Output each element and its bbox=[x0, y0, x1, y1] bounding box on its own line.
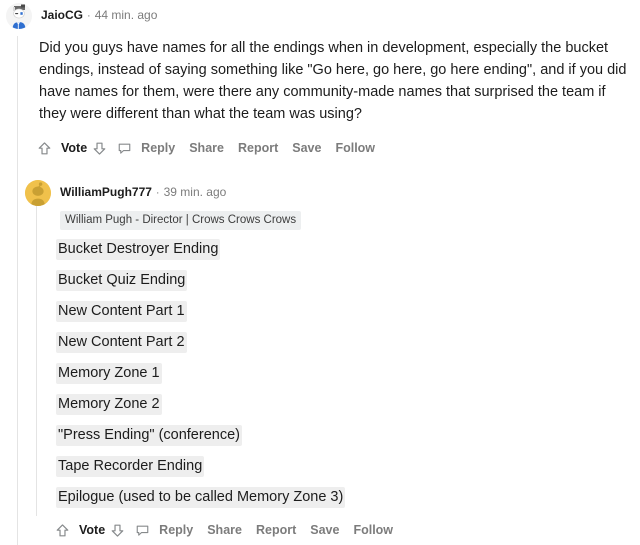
upvote-arrow-icon[interactable] bbox=[37, 141, 52, 156]
comment-byline: JaioCG · 44 min. ago bbox=[41, 8, 157, 24]
vote-label[interactable]: Vote bbox=[61, 141, 87, 155]
comment-author[interactable]: JaioCG bbox=[41, 8, 83, 23]
ending-name-code: Memory Zone 1 bbox=[56, 363, 162, 384]
ending-name-row: New Content Part 1 bbox=[56, 301, 632, 322]
ending-name-code: Memory Zone 2 bbox=[56, 394, 162, 415]
ending-name-row: "Press Ending" (conference) bbox=[56, 425, 632, 446]
ending-name-code: Bucket Quiz Ending bbox=[56, 270, 188, 291]
ending-name-code: New Content Part 2 bbox=[56, 332, 187, 353]
ending-name-row: Memory Zone 2 bbox=[56, 394, 632, 415]
comment-header: JaioCG · 44 min. ago bbox=[0, 0, 640, 32]
ending-name-row: Bucket Destroyer Ending bbox=[56, 239, 632, 260]
ending-name-row: Epilogue (used to be called Memory Zone … bbox=[56, 487, 632, 508]
ending-name-code: "Press Ending" (conference) bbox=[56, 425, 242, 446]
share-button[interactable]: Share bbox=[207, 523, 242, 537]
ending-name-code: New Content Part 1 bbox=[56, 301, 187, 322]
comment-byline: WilliamPugh777 · 39 min. ago bbox=[60, 185, 226, 201]
comment-timestamp: 39 min. ago bbox=[163, 185, 227, 199]
author-flair-row: William Pugh - Director | Crows Crows Cr… bbox=[0, 210, 640, 230]
reply-button[interactable]: Reply bbox=[159, 523, 193, 537]
avatar[interactable] bbox=[25, 180, 51, 206]
follow-button[interactable]: Follow bbox=[353, 523, 393, 537]
comment-action-bar: Vote Reply Share Report Save Follow bbox=[0, 133, 640, 163]
ending-name-code: Tape Recorder Ending bbox=[56, 456, 205, 477]
comment-action-bar: Vote Reply Share Report Save Follow bbox=[0, 515, 640, 545]
ending-name-code: Epilogue (used to be called Memory Zone … bbox=[56, 487, 346, 508]
comment-bubble-icon[interactable] bbox=[135, 523, 150, 538]
downvote-arrow-icon[interactable] bbox=[110, 523, 125, 538]
byline-separator: · bbox=[155, 187, 160, 199]
ending-name-row: Bucket Quiz Ending bbox=[56, 270, 632, 291]
comment-text: Did you guys have names for all the endi… bbox=[39, 40, 627, 122]
ending-name-code: Bucket Destroyer Ending bbox=[56, 239, 221, 260]
avatar[interactable] bbox=[6, 3, 32, 29]
reply-button[interactable]: Reply bbox=[141, 141, 175, 155]
upvote-arrow-icon[interactable] bbox=[55, 523, 70, 538]
report-button[interactable]: Report bbox=[256, 523, 296, 537]
comment-timestamp: 44 min. ago bbox=[94, 8, 158, 22]
ending-name-row: Memory Zone 1 bbox=[56, 363, 632, 384]
save-button[interactable]: Save bbox=[292, 141, 321, 155]
ending-names-list: Bucket Destroyer Ending Bucket Quiz Endin… bbox=[56, 239, 632, 508]
byline-separator: · bbox=[87, 10, 91, 22]
save-button[interactable]: Save bbox=[310, 523, 339, 537]
ending-name-row: New Content Part 2 bbox=[56, 332, 632, 353]
share-button[interactable]: Share bbox=[189, 141, 224, 155]
comment-author[interactable]: WilliamPugh777 bbox=[60, 185, 152, 200]
report-button[interactable]: Report bbox=[238, 141, 278, 155]
vote-label[interactable]: Vote bbox=[79, 523, 105, 537]
author-flair-badge: William Pugh - Director | Crows Crows Cr… bbox=[60, 211, 302, 230]
comment-thread: JaioCG · 44 min. ago Did you guys have n… bbox=[0, 0, 640, 545]
comment-bubble-icon[interactable] bbox=[117, 141, 132, 156]
comment-header: WilliamPugh777 · 39 min. ago bbox=[0, 177, 640, 209]
comment-body: Bucket Destroyer Ending Bucket Quiz Endin… bbox=[0, 230, 640, 508]
ending-name-row: Tape Recorder Ending bbox=[56, 456, 632, 477]
comment-jaiocg: JaioCG · 44 min. ago Did you guys have n… bbox=[0, 0, 640, 163]
follow-button[interactable]: Follow bbox=[335, 141, 375, 155]
comment-williampugh777: WilliamPugh777 · 39 min. ago William Pug… bbox=[0, 177, 640, 545]
downvote-arrow-icon[interactable] bbox=[92, 141, 107, 156]
comment-body: Did you guys have names for all the endi… bbox=[0, 32, 640, 125]
